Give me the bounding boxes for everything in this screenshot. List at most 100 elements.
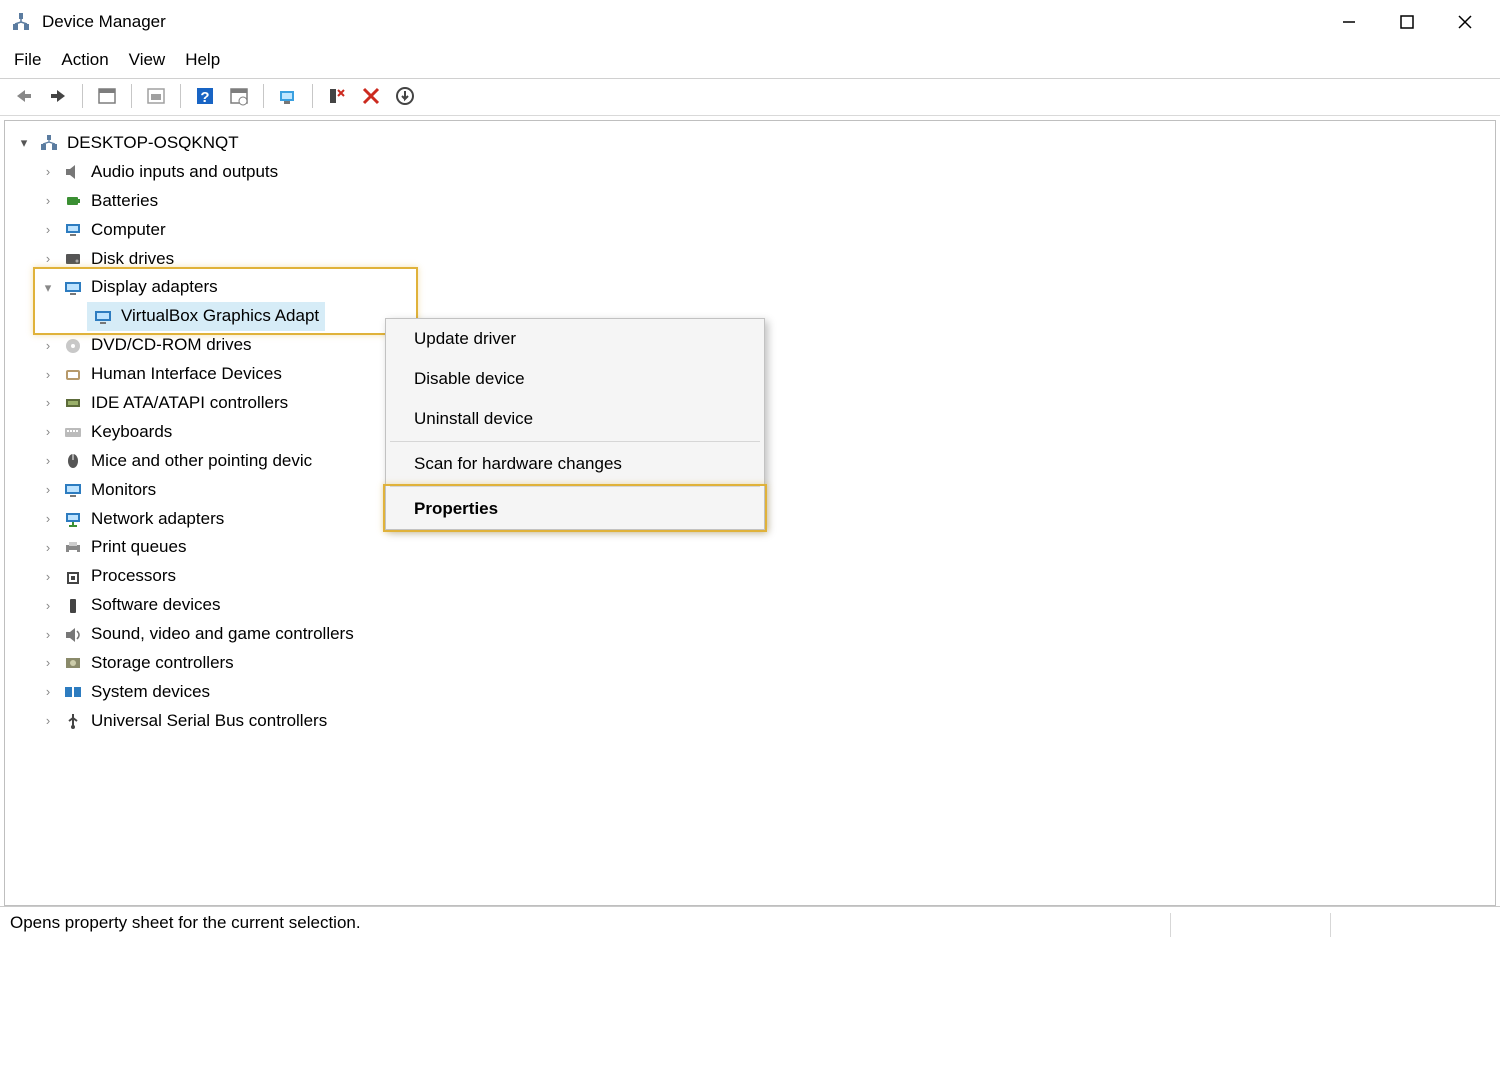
tree-node-label: Print queues bbox=[91, 533, 186, 562]
tree-node-label: DVD/CD-ROM drives bbox=[91, 331, 252, 360]
menu-help[interactable]: Help bbox=[185, 50, 220, 70]
toolbar-separator bbox=[82, 84, 83, 108]
app-icon bbox=[10, 11, 32, 33]
chevron-down-icon[interactable]: ▾ bbox=[15, 132, 33, 154]
cpu-icon bbox=[61, 567, 85, 587]
chevron-right-icon[interactable]: › bbox=[39, 566, 57, 588]
menu-file[interactable]: File bbox=[14, 50, 41, 70]
properties-button[interactable] bbox=[93, 83, 121, 109]
tree-node-ide[interactable]: ›IDE ATA/ATAPI controllers bbox=[39, 389, 1495, 418]
maximize-button[interactable] bbox=[1378, 4, 1436, 40]
chevron-right-icon[interactable]: › bbox=[39, 508, 57, 530]
help-button[interactable]: ? bbox=[191, 83, 219, 109]
printer-icon bbox=[61, 538, 85, 558]
tree-child-node[interactable]: VirtualBox Graphics Adapt bbox=[39, 302, 1495, 331]
enable-button[interactable] bbox=[391, 83, 419, 109]
tree-node-software[interactable]: › Software devices bbox=[39, 591, 1495, 620]
tree-node-usb[interactable]: ›Universal Serial Bus controllers bbox=[39, 707, 1495, 736]
context-menu-separator bbox=[390, 486, 760, 487]
show-hidden-button[interactable] bbox=[142, 83, 170, 109]
chevron-right-icon[interactable]: › bbox=[39, 421, 57, 443]
tree-node-dvd[interactable]: › DVD/CD-ROM drives bbox=[39, 331, 1495, 360]
tree-node-label: Network adapters bbox=[91, 505, 224, 534]
tree-node-label: Software devices bbox=[91, 591, 220, 620]
tree-node-cpu[interactable]: › Processors bbox=[39, 562, 1495, 591]
tree-node-battery[interactable]: ›Batteries bbox=[39, 187, 1495, 216]
tree-node-hid[interactable]: ›Human Interface Devices bbox=[39, 360, 1495, 389]
close-button[interactable] bbox=[1436, 4, 1494, 40]
statusbar: Opens property sheet for the current sel… bbox=[0, 906, 1500, 943]
back-button[interactable] bbox=[10, 83, 38, 109]
sound-icon bbox=[61, 625, 85, 645]
chevron-right-icon[interactable]: › bbox=[39, 595, 57, 617]
chevron-down-icon[interactable]: ▾ bbox=[39, 277, 57, 299]
disk-icon bbox=[61, 249, 85, 269]
audio-icon bbox=[61, 162, 85, 182]
toolbar-separator bbox=[180, 84, 181, 108]
chevron-right-icon[interactable]: › bbox=[39, 248, 57, 270]
mouse-icon bbox=[61, 451, 85, 471]
chevron-right-icon[interactable]: › bbox=[39, 537, 57, 559]
tree-node-storage[interactable]: ›Storage controllers bbox=[39, 649, 1495, 678]
display-icon bbox=[91, 307, 115, 327]
system-icon bbox=[61, 682, 85, 702]
hid-icon bbox=[61, 365, 85, 385]
tree-node-label: Disk drives bbox=[91, 245, 174, 274]
storage-icon bbox=[61, 653, 85, 673]
tree-node-label: Display adapters bbox=[91, 273, 218, 302]
menu-view[interactable]: View bbox=[129, 50, 166, 70]
context-menu: Update driverDisable deviceUninstall dev… bbox=[385, 318, 765, 530]
chevron-right-icon[interactable]: › bbox=[39, 479, 57, 501]
chevron-right-icon[interactable]: › bbox=[39, 681, 57, 703]
tree-root[interactable]: ▾ DESKTOP-OSQKNQT bbox=[15, 129, 1495, 158]
menu-action[interactable]: Action bbox=[61, 50, 108, 70]
tree-node-label: System devices bbox=[91, 678, 210, 707]
tree-node-audio[interactable]: › Audio inputs and outputs bbox=[39, 158, 1495, 187]
context-menu-item-disable-device[interactable]: Disable device bbox=[386, 359, 764, 399]
status-cell-1 bbox=[1170, 913, 1330, 937]
chevron-right-icon[interactable]: › bbox=[39, 335, 57, 357]
chevron-right-icon[interactable]: › bbox=[39, 161, 57, 183]
chevron-right-icon[interactable]: › bbox=[39, 364, 57, 386]
update-driver-button[interactable] bbox=[274, 83, 302, 109]
status-cell-2 bbox=[1330, 913, 1490, 937]
tree-node-mouse[interactable]: ›Mice and other pointing devic bbox=[39, 447, 1495, 476]
context-menu-item-properties[interactable]: Properties bbox=[386, 489, 764, 529]
monitor-icon bbox=[61, 480, 85, 500]
chevron-right-icon[interactable]: › bbox=[39, 624, 57, 646]
tree-node-label: Processors bbox=[91, 562, 176, 591]
chevron-right-icon[interactable]: › bbox=[39, 190, 57, 212]
window-controls bbox=[1320, 4, 1494, 40]
tree-root-label: DESKTOP-OSQKNQT bbox=[67, 129, 239, 158]
context-menu-item-uninstall-device[interactable]: Uninstall device bbox=[386, 399, 764, 439]
tree-node-display[interactable]: ▾ Display adapters bbox=[39, 273, 1495, 302]
chevron-right-icon[interactable]: › bbox=[39, 710, 57, 732]
tree-node-computer[interactable]: ›Computer bbox=[39, 216, 1495, 245]
forward-button[interactable] bbox=[44, 83, 72, 109]
network-icon bbox=[61, 509, 85, 529]
uninstall-button[interactable] bbox=[323, 83, 351, 109]
computer-icon bbox=[61, 220, 85, 240]
tree-node-disk[interactable]: › Disk drives bbox=[39, 245, 1495, 274]
scan-hardware-button[interactable] bbox=[225, 83, 253, 109]
tree-node-printer[interactable]: › Print queues bbox=[39, 533, 1495, 562]
chevron-right-icon[interactable]: › bbox=[39, 219, 57, 241]
titlebar: Device Manager bbox=[0, 0, 1500, 44]
status-text: Opens property sheet for the current sel… bbox=[10, 913, 1170, 937]
delete-button[interactable] bbox=[357, 83, 385, 109]
toolbar-separator bbox=[131, 84, 132, 108]
tree-node-monitor[interactable]: ›Monitors bbox=[39, 476, 1495, 505]
chevron-right-icon[interactable]: › bbox=[39, 652, 57, 674]
tree-node-label: Sound, video and game controllers bbox=[91, 620, 354, 649]
tree-node-system[interactable]: › System devices bbox=[39, 678, 1495, 707]
computer-root-icon bbox=[37, 133, 61, 153]
tree-node-keyboard[interactable]: ›Keyboards bbox=[39, 418, 1495, 447]
context-menu-item-update-driver[interactable]: Update driver bbox=[386, 319, 764, 359]
chevron-right-icon[interactable]: › bbox=[39, 450, 57, 472]
tree-node-label: Audio inputs and outputs bbox=[91, 158, 278, 187]
tree-node-sound[interactable]: › Sound, video and game controllers bbox=[39, 620, 1495, 649]
chevron-right-icon[interactable]: › bbox=[39, 392, 57, 414]
minimize-button[interactable] bbox=[1320, 4, 1378, 40]
context-menu-item-scan-for-hardware-changes[interactable]: Scan for hardware changes bbox=[386, 444, 764, 484]
tree-node-network[interactable]: › Network adapters bbox=[39, 505, 1495, 534]
